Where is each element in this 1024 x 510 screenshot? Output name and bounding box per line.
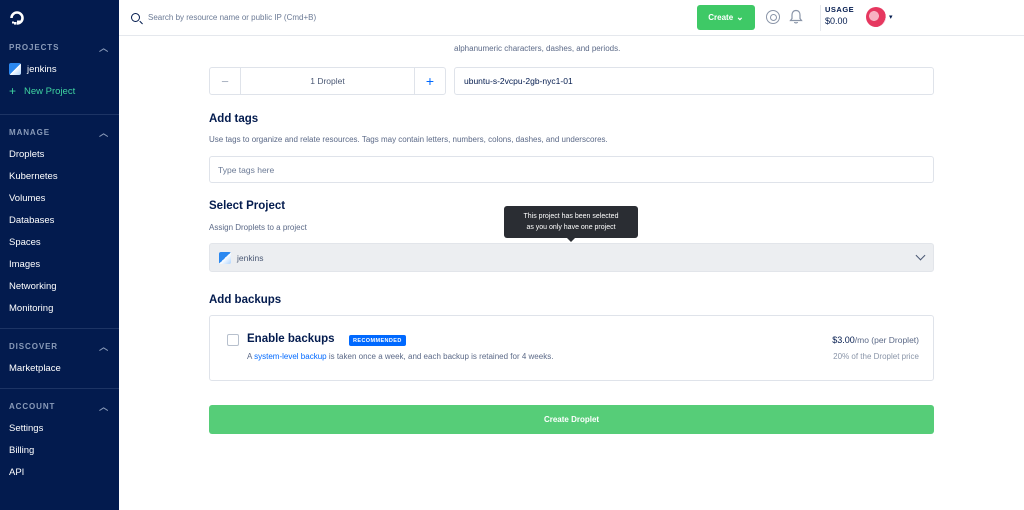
sidebar-item-label: Volumes (9, 192, 46, 204)
system-backup-link[interactable]: system-level backup (254, 352, 326, 361)
sidebar-item-label: Monitoring (9, 302, 54, 314)
create-button-label: Create (708, 13, 734, 22)
sidebar-item-volumes[interactable]: Volumes (0, 187, 119, 209)
sidebar-item-label: Settings (9, 422, 44, 434)
sidebar-item-databases[interactable]: Databases (0, 209, 119, 231)
sidebar-item-label: Marketplace (9, 362, 61, 374)
section-discover[interactable]: DISCOVER ︿ (0, 335, 119, 357)
sidebar-item-billing[interactable]: Billing (0, 439, 119, 461)
usage-indicator[interactable]: USAGE $0.00 (820, 5, 856, 31)
sidebar-item-label: Databases (9, 214, 55, 226)
price-unit: /mo (per Droplet) (854, 335, 919, 345)
enable-backups-label: Enable backups (247, 333, 335, 345)
backup-price: $3.00/mo (per Droplet) (832, 335, 919, 345)
main-content: alphanumeric characters, dashes, and per… (119, 36, 1024, 510)
price-main: $3.00 (832, 335, 855, 345)
project-select-value: jenkins (237, 252, 264, 263)
chevron-up-icon: ︿ (99, 401, 109, 412)
section-title: DISCOVER (9, 341, 58, 351)
project-icon (219, 251, 231, 264)
tooltip-line: This project has been selected (523, 213, 619, 220)
logo-area (0, 0, 119, 36)
sidebar-item-label: New Project (24, 85, 76, 97)
sidebar-item-images[interactable]: Images (0, 253, 119, 275)
chevron-up-icon: ︿ (99, 127, 109, 138)
backup-description: A system-level backup is taken once a we… (247, 352, 553, 361)
hostname-help-text: alphanumeric characters, dashes, and per… (454, 44, 621, 53)
search-input[interactable]: Search by resource name or public IP (Cm… (148, 13, 316, 22)
sidebar-item-spaces[interactable]: Spaces (0, 231, 119, 253)
sidebar-item-droplets[interactable]: Droplets (0, 143, 119, 165)
create-button[interactable]: Create ⌄ (697, 5, 755, 30)
section-account[interactable]: ACCOUNT ︿ (0, 395, 119, 417)
chevron-down-icon[interactable]: ▾ (889, 13, 893, 21)
sidebar-item-api[interactable]: API (0, 461, 119, 483)
project-select[interactable]: jenkins (209, 243, 934, 272)
sidebar-item-label: API (9, 466, 25, 478)
new-project-link[interactable]: + New Project (0, 80, 119, 102)
project-title: Select Project (209, 200, 286, 212)
sidebar-item-monitoring[interactable]: Monitoring (0, 297, 119, 319)
quantity-value: 1 Droplet (310, 76, 345, 86)
create-droplet-button[interactable]: Create Droplet (209, 405, 934, 434)
sidebar-item-label: Networking (9, 280, 57, 292)
tags-title: Add tags (209, 113, 259, 125)
sidebar-item-networking[interactable]: Networking (0, 275, 119, 297)
increment-button[interactable]: + (414, 68, 445, 94)
enable-backups-checkbox[interactable] (227, 334, 239, 346)
project-description: Assign Droplets to a project (209, 223, 307, 232)
backups-title: Add backups (209, 294, 282, 306)
section-projects[interactable]: PROJECTS ︿ (0, 36, 119, 58)
usage-label: USAGE (825, 5, 855, 14)
section-title: MANAGE (9, 127, 50, 137)
bell-icon[interactable] (789, 9, 803, 25)
avatar[interactable] (866, 7, 886, 27)
sidebar-item-kubernetes[interactable]: Kubernetes (0, 165, 119, 187)
sidebar-item-settings[interactable]: Settings (0, 417, 119, 439)
section-title: PROJECTS (9, 42, 60, 52)
section-manage[interactable]: MANAGE ︿ (0, 121, 119, 143)
price-subtext: 20% of the Droplet price (833, 352, 919, 361)
sidebar-item-label: Kubernetes (9, 170, 58, 182)
decrement-button[interactable]: − (210, 68, 241, 94)
sidebar-item-label: Images (9, 258, 41, 270)
chevron-up-icon: ︿ (99, 42, 109, 53)
backup-option-card[interactable]: Enable backups RECOMMENDED A system-leve… (209, 315, 934, 381)
recommended-badge: RECOMMENDED (349, 335, 406, 346)
help-icon[interactable] (766, 10, 780, 24)
tags-input[interactable]: Type tags here (209, 156, 934, 183)
tags-description: Use tags to organize and relate resource… (209, 135, 608, 144)
chevron-up-icon: ︿ (99, 341, 109, 352)
search-icon (131, 13, 140, 22)
project-tooltip: This project has been selected as you on… (504, 206, 638, 242)
sidebar-item-marketplace[interactable]: Marketplace (0, 357, 119, 379)
digitalocean-logo-icon[interactable] (9, 10, 25, 26)
project-icon (9, 63, 21, 75)
chevron-down-icon: ⌄ (736, 12, 744, 22)
sidebar-item-label: Droplets (9, 148, 45, 160)
chevron-down-icon (915, 250, 926, 261)
sidebar: PROJECTS ︿ jenkins + New Project MANAGE … (0, 0, 119, 510)
droplet-quantity-stepper[interactable]: − 1 Droplet + (209, 67, 446, 95)
sidebar-item-jenkins[interactable]: jenkins (0, 58, 119, 80)
desc-suffix: is taken once a week, and each backup is… (326, 352, 554, 361)
sidebar-item-label: Billing (9, 444, 35, 456)
sidebar-item-label: jenkins (27, 63, 57, 75)
hostname-input[interactable]: ubuntu-s-2vcpu-2gb-nyc1-01 (454, 67, 934, 95)
usage-value: $0.00 (825, 16, 848, 26)
section-title: ACCOUNT (9, 401, 56, 411)
sidebar-item-label: Spaces (9, 236, 41, 248)
tooltip-line: as you only have one project (526, 224, 616, 231)
plus-icon: + (9, 84, 17, 98)
